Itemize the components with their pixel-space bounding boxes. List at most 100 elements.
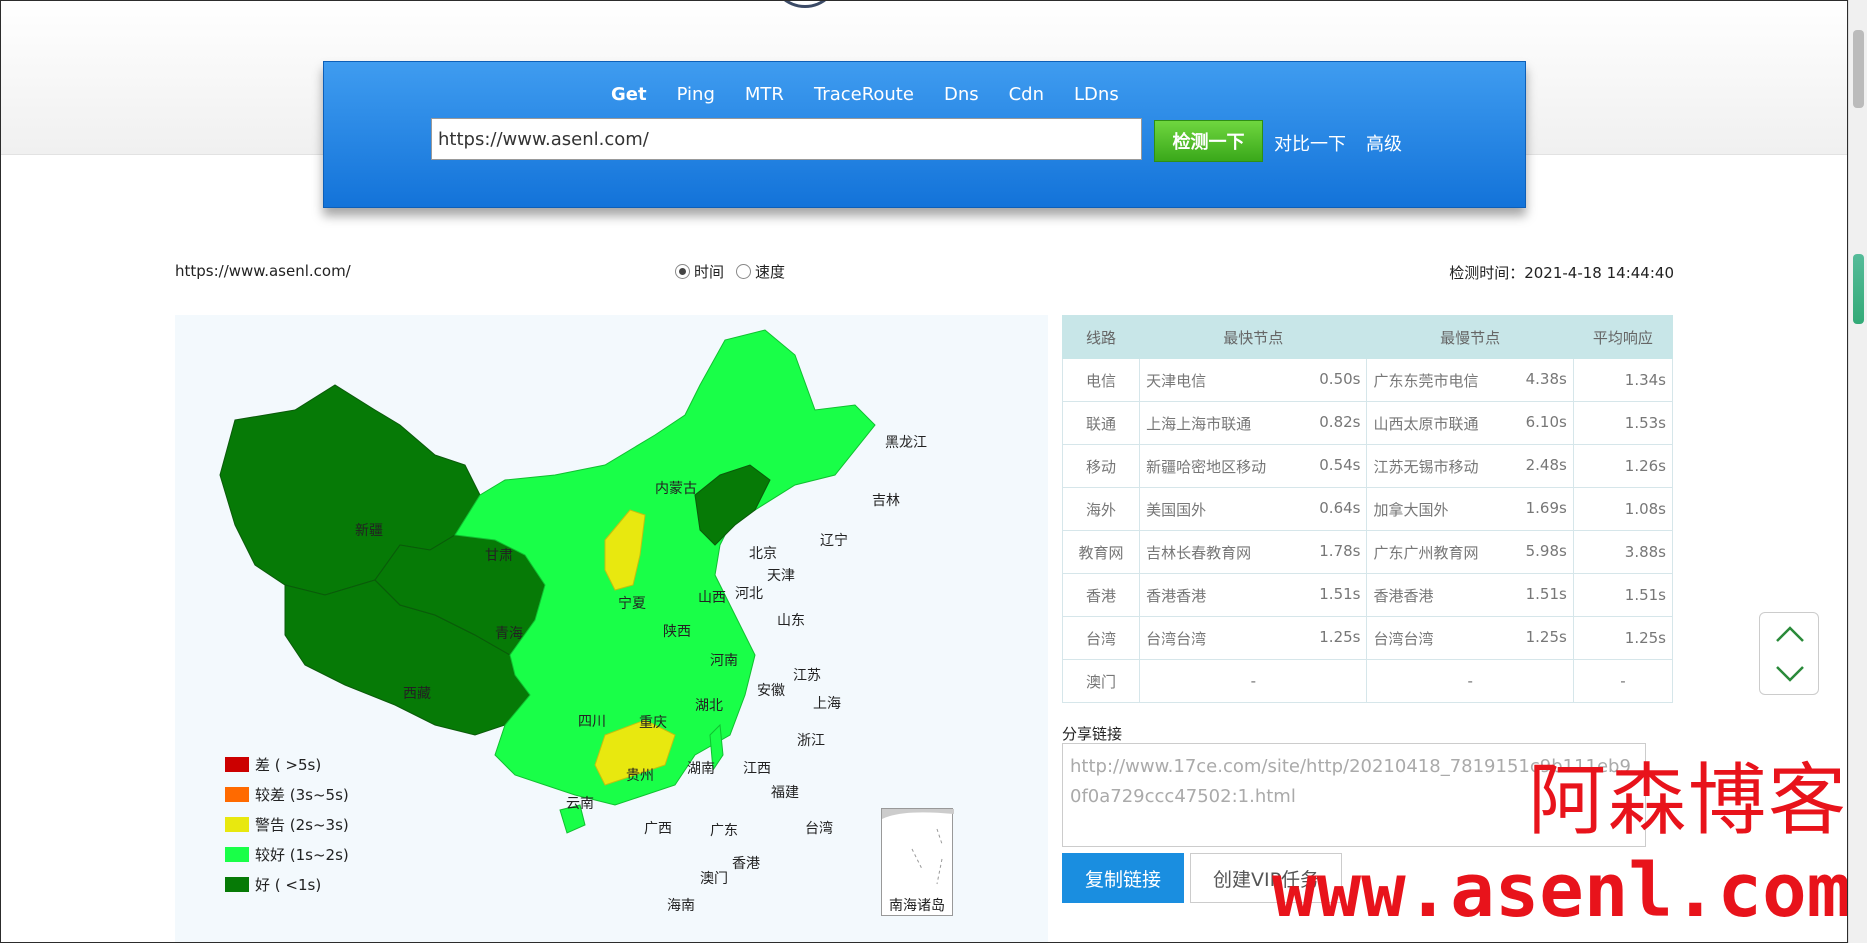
radio-time-label[interactable]: 时间 [694, 261, 724, 282]
label-guangxi: 广西 [644, 821, 672, 837]
node-time: 1.69s [1525, 498, 1567, 517]
chevron-down-icon[interactable] [1774, 657, 1806, 689]
cell-slowest: 江苏无锡市移动 2.48s [1366, 444, 1574, 488]
label-xinjiang: 新疆 [355, 523, 383, 539]
header-slowest: 最慢节点 [1366, 315, 1574, 359]
node-name: 山西太原市联通 [1373, 414, 1479, 433]
legend-label: 差 ( >5s) [255, 755, 322, 774]
tested-url: https://www.asenl.com/ [175, 262, 351, 280]
label-henan: 河南 [710, 653, 738, 669]
cell-line: 教育网 [1061, 530, 1141, 574]
cell-line: 移动 [1061, 444, 1141, 488]
legend-swatch-good [225, 846, 249, 862]
node-time: 1.51s [1319, 584, 1361, 603]
radio-speed[interactable] [736, 264, 752, 279]
south-sea-label: 南海诸岛 [889, 898, 945, 914]
node-time: 0.54s [1319, 455, 1361, 474]
node-time: 2.48s [1525, 455, 1567, 474]
label-anhui: 安徽 [757, 683, 785, 699]
label-tibet: 西藏 [403, 686, 431, 702]
avg-time: 1.34s [1624, 371, 1666, 389]
label-jiangxi: 江西 [743, 761, 771, 777]
tab-mtr[interactable]: MTR [745, 84, 784, 105]
table-row: 海外 美国国外 0.64s 加拿大国外 1.69s 1.08s [1061, 487, 1674, 531]
header-line: 线路 [1061, 315, 1141, 359]
cell-average: 1.25s [1572, 616, 1674, 660]
legend-swatch-bad [225, 756, 249, 772]
cell-average: 1.53s [1572, 401, 1674, 445]
cell-fastest: 上海上海市联通 0.82s [1139, 401, 1368, 445]
cell-fastest: 美国国外 0.64s [1139, 487, 1368, 531]
label-hebei: 河北 [735, 586, 763, 602]
line-name: 香港 [1086, 586, 1117, 605]
compare-link[interactable]: 对比一下 [1274, 130, 1346, 156]
label-beijing: 北京 [749, 546, 777, 562]
label-tianjin: 天津 [767, 568, 795, 584]
node-name: 天津电信 [1146, 371, 1207, 390]
table-row: 香港 香港香港 1.51s 香港香港 1.51s 1.51s [1061, 573, 1674, 617]
label-guizhou: 贵州 [626, 768, 654, 784]
check-time: 检测时间：2021-4-18 14:44:40 [1449, 264, 1674, 282]
cell-slowest: 山西太原市联通 6.10s [1366, 401, 1574, 445]
legend-label: 较差 (3s~5s) [255, 785, 349, 804]
label-hunan: 湖南 [687, 761, 715, 777]
label-yunnan: 云南 [566, 796, 594, 812]
node-time: 1.78s [1319, 541, 1361, 560]
table-row: 联通 上海上海市联通 0.82s 山西太原市联通 6.10s 1.53s [1061, 401, 1674, 445]
copy-link-button[interactable]: 复制链接 [1062, 853, 1184, 903]
line-name: 澳门 [1086, 672, 1117, 691]
node-name: 广东广州教育网 [1373, 543, 1479, 562]
label-inner-mongolia: 内蒙古 [655, 481, 697, 497]
node-time: 0.64s [1319, 498, 1361, 517]
advanced-link[interactable]: 高级 [1366, 130, 1402, 156]
watermark-cn: 阿森博客 [1528, 756, 1849, 846]
tab-dns[interactable]: Dns [944, 84, 979, 105]
cell-slowest: - [1366, 659, 1574, 703]
header-average: 平均响应 [1572, 315, 1674, 359]
cell-average: 1.34s [1572, 358, 1674, 402]
cell-average: 1.51s [1572, 573, 1674, 617]
url-input[interactable] [431, 118, 1142, 160]
tab-cdn[interactable]: Cdn [1009, 84, 1044, 105]
node-name: 江苏无锡市移动 [1373, 457, 1479, 476]
share-title: 分享链接 [1062, 725, 1123, 743]
label-shandong: 山东 [777, 613, 805, 629]
cell-slowest: 台湾台湾 1.25s [1366, 616, 1574, 660]
label-hongkong: 香港 [732, 856, 760, 872]
legend-item: 好 ( <1s) [225, 869, 349, 899]
node-name: 台湾台湾 [1373, 629, 1434, 648]
avg-time: 1.51s [1624, 586, 1666, 604]
label-jiangsu: 江苏 [793, 668, 821, 684]
line-name: 台湾 [1086, 629, 1117, 648]
label-liaoning: 辽宁 [820, 533, 848, 549]
avg-time: - [1620, 672, 1626, 690]
cell-average: 3.88s [1572, 530, 1674, 574]
cell-line: 澳门 [1061, 659, 1141, 703]
tab-ping[interactable]: Ping [677, 84, 715, 105]
node-name: 香港香港 [1373, 586, 1434, 605]
cell-line: 香港 [1061, 573, 1141, 617]
scroll-nav [1759, 612, 1819, 695]
line-name: 电信 [1086, 371, 1117, 390]
chevron-up-icon[interactable] [1774, 619, 1806, 651]
radio-speed-label[interactable]: 速度 [755, 261, 785, 282]
legend-item: 警告 (2s~3s) [225, 809, 349, 839]
avg-time: 1.53s [1624, 414, 1666, 432]
legend-swatch-poor [225, 786, 249, 802]
tab-get[interactable]: Get [611, 84, 647, 105]
check-button[interactable]: 检测一下 [1154, 120, 1263, 162]
table-row: 台湾 台湾台湾 1.25s 台湾台湾 1.25s 1.25s [1061, 616, 1674, 660]
radio-time[interactable] [675, 264, 690, 279]
cell-fastest: - [1139, 659, 1368, 703]
scrollbar[interactable] [1848, 0, 1867, 943]
tab-traceroute[interactable]: TraceRoute [814, 84, 914, 105]
table-row: 移动 新疆哈密地区移动 0.54s 江苏无锡市移动 2.48s 1.26s [1061, 444, 1674, 488]
site-logo[interactable] [770, 0, 840, 8]
legend-item: 差 ( >5s) [225, 749, 349, 779]
node-name: 吉林长春教育网 [1146, 543, 1252, 562]
scrollbar-thumb[interactable] [1853, 254, 1864, 324]
node-name: 新疆哈密地区移动 [1146, 457, 1267, 476]
tab-ldns[interactable]: LDns [1074, 84, 1119, 105]
watermark-en: www.asenl.com [1272, 848, 1852, 934]
cell-fastest: 吉林长春教育网 1.78s [1139, 530, 1368, 574]
